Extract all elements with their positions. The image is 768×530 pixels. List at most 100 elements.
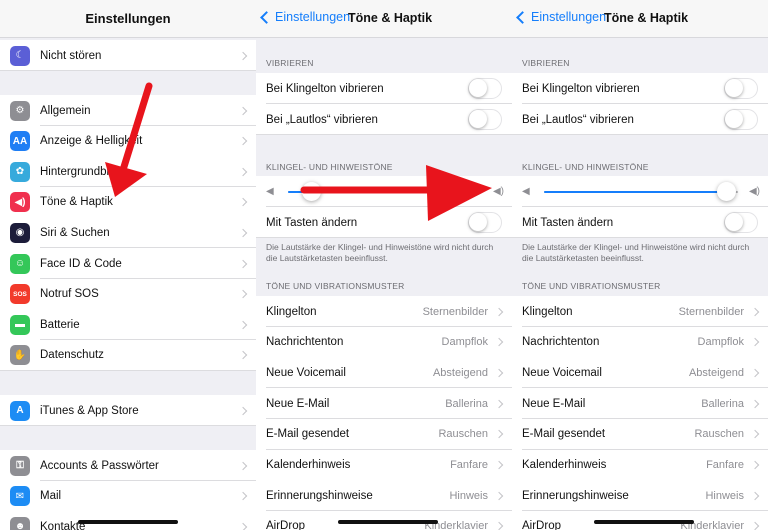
row-separator xyxy=(256,237,512,238)
tone-row[interactable]: Neue Voicemail Absteigend xyxy=(512,357,768,389)
section-header-vibrate: VIBRIEREN xyxy=(522,58,570,68)
tone-row-value: Hinweis xyxy=(449,489,488,502)
chevron-right-icon xyxy=(494,460,504,470)
chevron-right-icon xyxy=(238,228,248,238)
tone-row-value: Ballerina xyxy=(701,397,744,410)
chevron-right-icon xyxy=(238,259,248,268)
tone-row-label: E-Mail gesendet xyxy=(266,428,350,441)
slider-thumb[interactable] xyxy=(717,182,737,201)
vibrate-ringtone-row: Bei Klingelton vibrieren xyxy=(256,73,512,104)
tone-row[interactable]: Nachrichtenton Dampflok xyxy=(256,326,512,358)
tone-row[interactable]: Kalenderhinweis Fanfare xyxy=(256,449,512,481)
chevron-right-icon xyxy=(238,136,248,146)
section-header-ringer: KLINGEL- UND HINWEISTÖNE xyxy=(522,162,649,172)
section-header-vibrate: VIBRIEREN xyxy=(266,58,314,68)
settings-row[interactable]: ✋ Datenschutz xyxy=(0,339,256,371)
tone-row[interactable]: Neue E-Mail Ballerina xyxy=(512,388,768,420)
chevron-right-icon xyxy=(750,491,760,500)
chevron-right-icon xyxy=(494,337,504,347)
tone-row-label: Erinnerungshinweise xyxy=(266,489,373,502)
chevron-right-icon xyxy=(238,106,248,115)
tone-row[interactable]: Erinnerungshinweise Hinweis xyxy=(512,480,768,512)
volume-footer-note: Die Lautstärke der Klingel- und Hinweist… xyxy=(522,242,750,263)
section-header-ringer: KLINGEL- UND HINWEISTÖNE xyxy=(266,162,393,172)
settings-row[interactable]: ✿ Hintergrundbild xyxy=(0,156,256,188)
settings-row-label: Face ID & Code xyxy=(40,257,122,270)
tone-row-value: Dampflok xyxy=(697,336,744,349)
switch-toggle[interactable] xyxy=(468,212,502,233)
speaker-low-icon: ◀ xyxy=(522,186,530,197)
settings-row-label: Notruf SOS xyxy=(40,288,99,301)
settings-row-label: Anzeige & Helligkeit xyxy=(40,135,143,148)
display-icon: AA xyxy=(10,131,30,152)
chevron-right-icon xyxy=(238,461,248,470)
tone-row-value: Rauschen xyxy=(438,428,488,441)
settings-row[interactable]: ⚙ Allgemein xyxy=(0,95,256,126)
sos-icon: SOS xyxy=(10,284,30,305)
row-label: Mit Tasten ändern xyxy=(266,216,358,229)
row-label: Bei „Lautlos“ vibrieren xyxy=(266,113,378,126)
back-button[interactable]: Einstellungen xyxy=(260,10,350,24)
tone-row[interactable]: E-Mail gesendet Rauschen xyxy=(256,418,512,450)
settings-row[interactable]: AiTunes & App Store xyxy=(0,395,256,426)
tone-row-label: Erinnerungshinweise xyxy=(522,489,629,502)
row-separator xyxy=(0,369,256,371)
row-separator xyxy=(0,70,256,71)
tone-row-value: Absteigend xyxy=(432,366,488,379)
tone-row[interactable]: E-Mail gesendet Rauschen xyxy=(512,418,768,450)
tone-row-value: Absteigend xyxy=(688,366,744,379)
navbar: Einstellungen xyxy=(0,0,256,38)
navbar: Einstellungen Töne & Haptik xyxy=(512,0,768,38)
settings-row-label: Siri & Suchen xyxy=(40,226,110,239)
siri-icon: ◉ xyxy=(10,222,30,243)
switch-knob xyxy=(725,110,743,128)
tone-row-label: Neue Voicemail xyxy=(266,366,346,379)
tone-row[interactable]: Neue Voicemail Absteigend xyxy=(256,357,512,389)
home-indicator[interactable] xyxy=(78,520,178,524)
tone-row[interactable]: Neue E-Mail Ballerina xyxy=(256,388,512,420)
settings-row-label: Mail xyxy=(40,490,62,503)
tone-row-value: Rauschen xyxy=(694,428,744,441)
tone-row-label: Neue E-Mail xyxy=(266,397,330,410)
tone-row-label: Klingelton xyxy=(522,305,573,318)
chevron-right-icon xyxy=(750,430,760,439)
switch-toggle[interactable] xyxy=(724,109,758,130)
tone-row-label: Kalenderhinweis xyxy=(266,459,351,471)
tone-row[interactable]: Kalenderhinweis Fanfare xyxy=(512,449,768,481)
settings-row[interactable]: ◉ Siri & Suchen xyxy=(0,217,256,249)
section-header-patterns: TÖNE UND VIBRATIONSMUSTER xyxy=(266,281,405,291)
mail-icon: ✉ xyxy=(10,486,30,507)
tone-row[interactable]: Klingelton Sternenbilder xyxy=(512,296,768,327)
gear-icon: ⚙ xyxy=(10,100,30,121)
settings-row[interactable]: AA Anzeige & Helligkeit xyxy=(0,125,256,157)
settings-row[interactable]: ▬ Batterie xyxy=(0,309,256,341)
switch-toggle[interactable] xyxy=(724,78,758,99)
switch-toggle[interactable] xyxy=(468,109,502,130)
vibrate-silent-row: Bei „Lautlos“ vibrieren xyxy=(512,104,768,135)
tone-row-value: Ballerina xyxy=(445,397,488,410)
home-indicator[interactable] xyxy=(594,520,694,524)
chevron-left-icon xyxy=(260,10,273,24)
settings-row-label: Batterie xyxy=(40,318,80,331)
row-separator xyxy=(512,134,768,135)
settings-panel: Einstellungen ☾ Nicht stören ⚙ Allgemein AA A… xyxy=(0,0,256,530)
back-button[interactable]: Einstellungen xyxy=(516,10,606,24)
settings-row[interactable]: SOS Notruf SOS xyxy=(0,278,256,310)
chevron-right-icon xyxy=(750,399,760,408)
settings-row-label: iTunes & App Store xyxy=(40,404,139,417)
settings-row[interactable]: ☾ Nicht stören xyxy=(0,40,256,71)
battery-icon: ▬ xyxy=(10,314,30,335)
chevron-right-icon xyxy=(238,289,248,299)
home-indicator[interactable] xyxy=(338,520,438,524)
settings-row[interactable]: ◀) Töne & Haptik xyxy=(0,186,256,218)
tone-row[interactable]: Klingelton Sternenbilder xyxy=(256,296,512,327)
settings-row[interactable]: ⚿ Accounts & Passwörter xyxy=(0,450,256,481)
tone-row[interactable]: Nachrichtenton Dampflok xyxy=(512,326,768,358)
tone-row[interactable]: Erinnerungshinweise Hinweis xyxy=(256,480,512,512)
settings-row[interactable]: ☺ Face ID & Code xyxy=(0,248,256,279)
settings-row[interactable]: ✉ Mail xyxy=(0,480,256,512)
wallpaper-icon: ✿ xyxy=(10,161,30,182)
switch-toggle[interactable] xyxy=(468,78,502,99)
switch-toggle[interactable] xyxy=(724,212,758,233)
slider-thumb[interactable] xyxy=(302,182,322,201)
